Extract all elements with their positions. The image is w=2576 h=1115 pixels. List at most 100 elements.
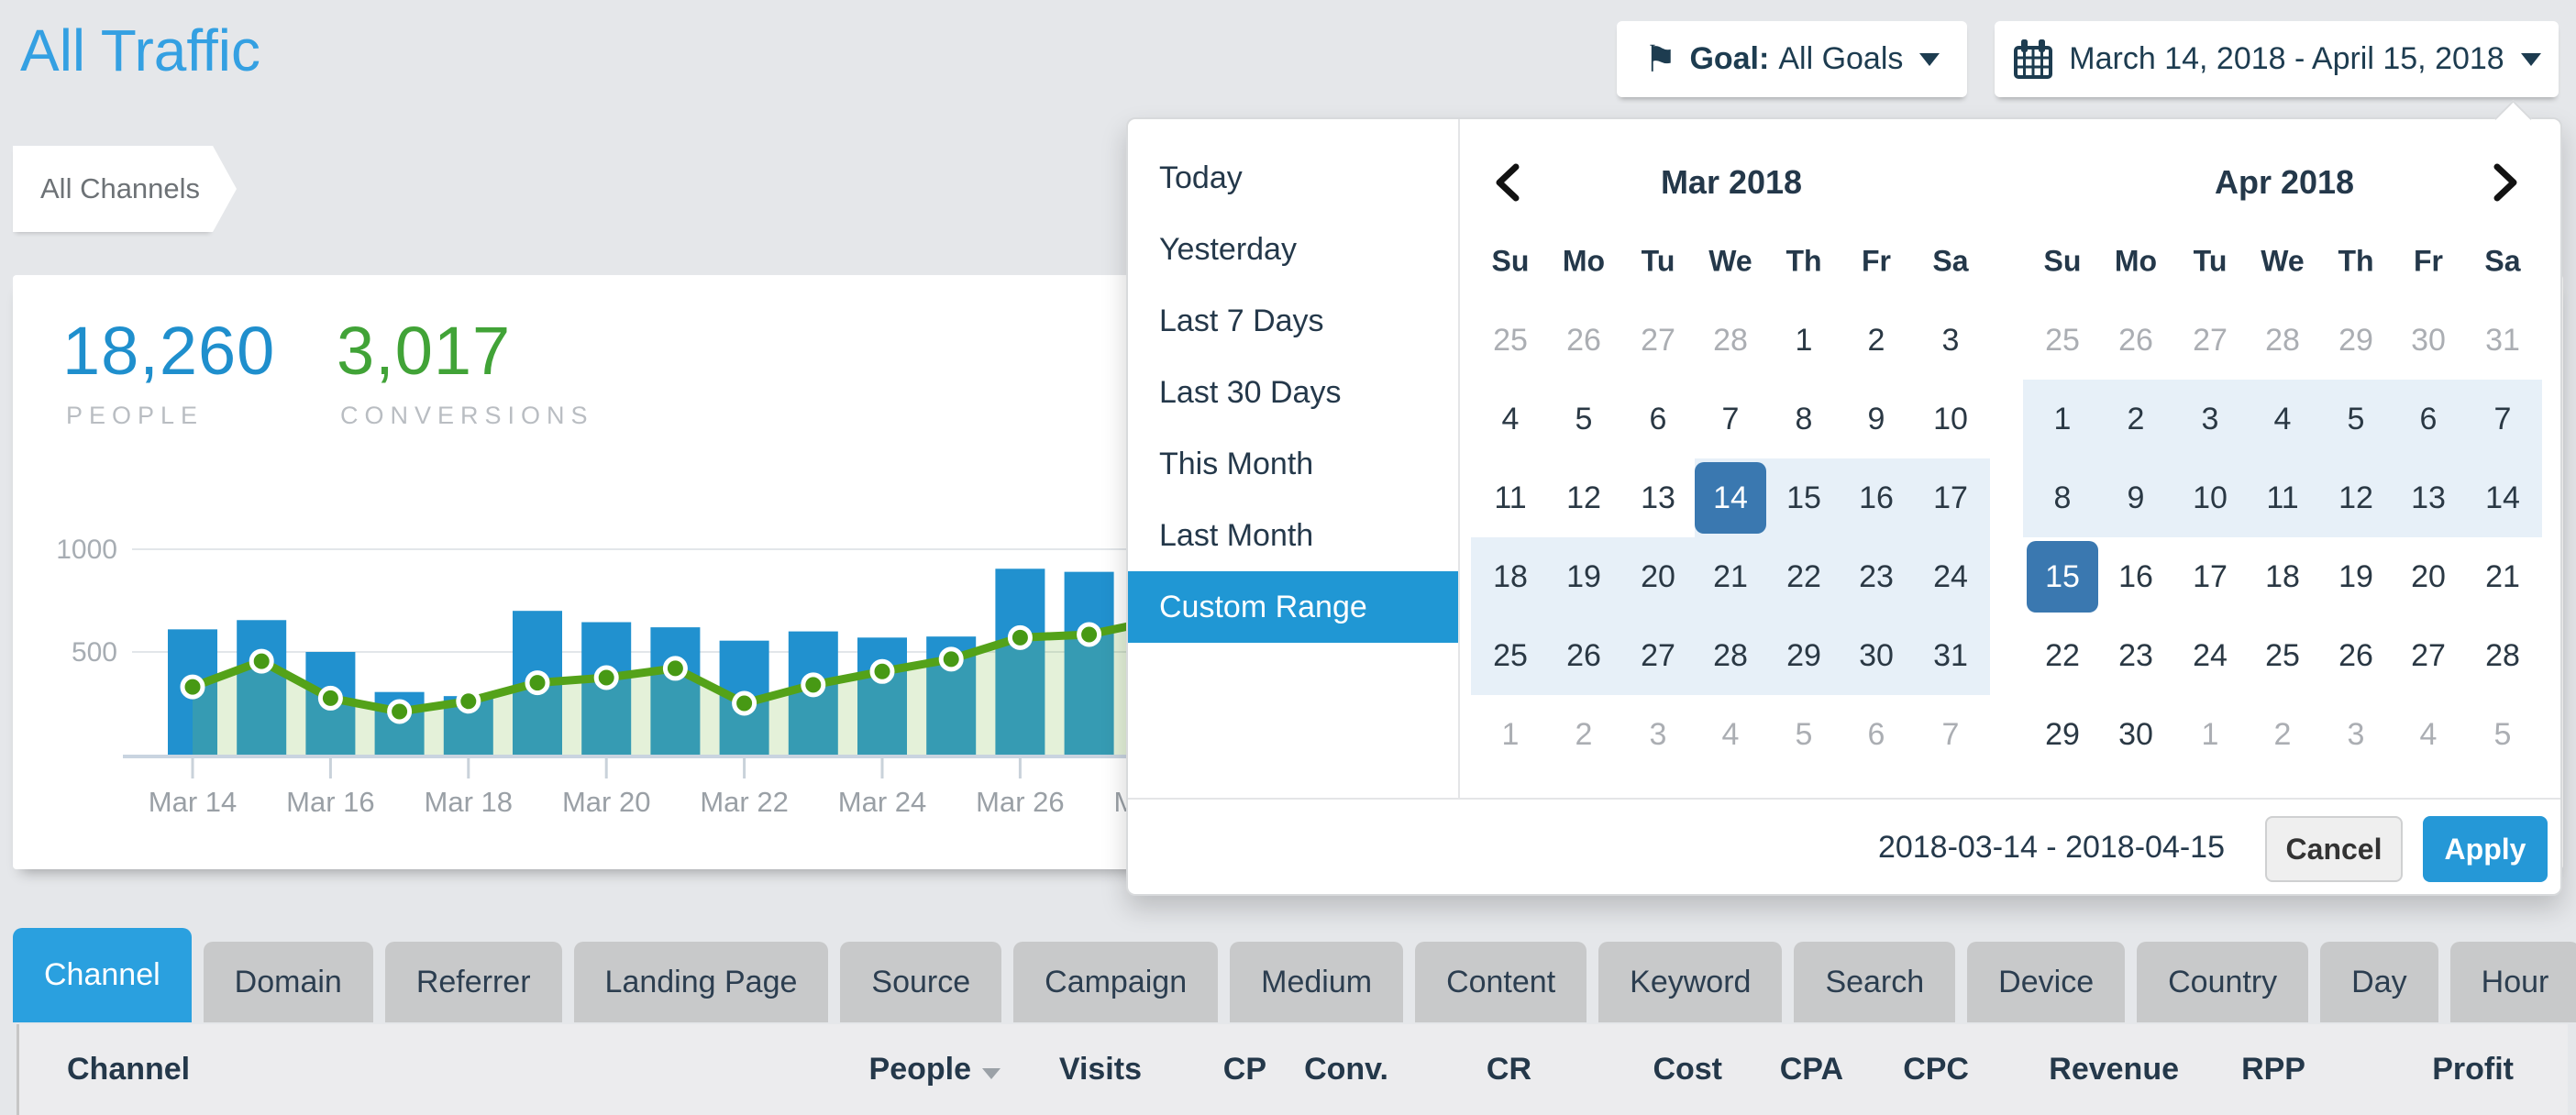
tab-referrer[interactable]: Referrer (385, 942, 562, 1022)
calendar-day[interactable]: 2 (2247, 699, 2318, 770)
calendar-day[interactable]: 3 (1915, 304, 1986, 376)
calendar-day[interactable]: 17 (2174, 541, 2246, 613)
calendar-day[interactable]: 25 (1475, 620, 1546, 691)
calendar-day[interactable]: 1 (2174, 699, 2246, 770)
calendar-day[interactable]: 16 (1841, 462, 1912, 534)
tab-device[interactable]: Device (1967, 942, 2125, 1022)
calendar-day[interactable]: 14 (2467, 462, 2538, 534)
calendar-day[interactable]: 5 (1548, 383, 1620, 455)
calendar-day[interactable]: 6 (1622, 383, 1694, 455)
calendar-day[interactable]: 2 (1548, 699, 1620, 770)
calendar-day[interactable]: 1 (1475, 699, 1546, 770)
calendar-day[interactable]: 1 (2027, 383, 2098, 455)
goal-dropdown-button[interactable]: ⚑ Goal: All Goals (1617, 21, 1967, 97)
calendar-day[interactable]: 20 (2393, 541, 2464, 613)
calendar-day[interactable]: 2 (1841, 304, 1912, 376)
calendar-day[interactable]: 30 (2100, 699, 2172, 770)
calendar-day[interactable]: 7 (2467, 383, 2538, 455)
calendar-day[interactable]: 23 (1841, 541, 1912, 613)
calendar-day[interactable]: 19 (2320, 541, 2392, 613)
calendar-day[interactable]: 4 (2393, 699, 2464, 770)
tab-keyword[interactable]: Keyword (1598, 942, 1782, 1022)
calendar-day[interactable]: 31 (2467, 304, 2538, 376)
column-header-cpc[interactable]: CPC (1903, 1024, 1969, 1115)
calendar-day-selected[interactable]: 14 (1695, 462, 1766, 534)
calendar-day[interactable]: 12 (2320, 462, 2392, 534)
calendar-day[interactable]: 6 (1841, 699, 1912, 770)
calendar-day[interactable]: 16 (2100, 541, 2172, 613)
date-range-button[interactable]: March 14, 2018 - April 15, 2018 (1995, 21, 2559, 97)
preset-last-7-days[interactable]: Last 7 Days (1128, 285, 1458, 357)
calendar-day[interactable]: 6 (2393, 383, 2464, 455)
preset-last-30-days[interactable]: Last 30 Days (1128, 357, 1458, 428)
calendar-day[interactable]: 5 (2467, 699, 2538, 770)
calendar-day[interactable]: 24 (2174, 620, 2246, 691)
preset-last-month[interactable]: Last Month (1128, 500, 1458, 571)
calendar-day[interactable]: 25 (2027, 304, 2098, 376)
calendar-day[interactable]: 8 (2027, 462, 2098, 534)
calendar-day[interactable]: 22 (2027, 620, 2098, 691)
calendar-day[interactable]: 26 (1548, 620, 1620, 691)
calendar-day-selected[interactable]: 15 (2027, 541, 2098, 613)
calendar-day[interactable]: 27 (2174, 304, 2246, 376)
calendar-day[interactable]: 13 (1622, 462, 1694, 534)
preset-yesterday[interactable]: Yesterday (1128, 214, 1458, 285)
calendar-day[interactable]: 29 (2320, 304, 2392, 376)
calendar-day[interactable]: 5 (1768, 699, 1840, 770)
calendar-day[interactable]: 28 (2467, 620, 2538, 691)
calendar-day[interactable]: 4 (1475, 383, 1546, 455)
calendar-day[interactable]: 13 (2393, 462, 2464, 534)
calendar-day[interactable]: 31 (1915, 620, 1986, 691)
tab-medium[interactable]: Medium (1230, 942, 1403, 1022)
apply-button[interactable]: Apply (2423, 816, 2548, 882)
preset-this-month[interactable]: This Month (1128, 428, 1458, 500)
calendar-day[interactable]: 10 (2174, 462, 2246, 534)
tab-campaign[interactable]: Campaign (1013, 942, 1218, 1022)
calendar-day[interactable]: 27 (1622, 304, 1694, 376)
tab-day[interactable]: Day (2320, 942, 2438, 1022)
calendar-day[interactable]: 18 (2247, 541, 2318, 613)
column-header-revenue[interactable]: Revenue (2049, 1024, 2179, 1115)
calendar-day[interactable]: 28 (1695, 620, 1766, 691)
tab-content[interactable]: Content (1415, 942, 1587, 1022)
calendar-day[interactable]: 24 (1915, 541, 1986, 613)
cancel-button[interactable]: Cancel (2265, 816, 2403, 882)
calendar-day[interactable]: 27 (1622, 620, 1694, 691)
tab-channel[interactable]: Channel (13, 928, 192, 1022)
calendar-day[interactable]: 18 (1475, 541, 1546, 613)
calendar-day[interactable]: 3 (2320, 699, 2392, 770)
tab-hour[interactable]: Hour (2450, 942, 2576, 1022)
column-header-visits[interactable]: Visits (1059, 1024, 1142, 1115)
column-header-people[interactable]: People (869, 1024, 1001, 1115)
calendar-day[interactable]: 19 (1548, 541, 1620, 613)
column-header-cpa[interactable]: CPA (1780, 1024, 1843, 1115)
calendar-day[interactable]: 7 (1695, 383, 1766, 455)
calendar-day[interactable]: 11 (2247, 462, 2318, 534)
calendar-day[interactable]: 26 (2100, 304, 2172, 376)
column-header-cp[interactable]: CP (1223, 1024, 1266, 1115)
column-header-cr[interactable]: CR (1487, 1024, 1531, 1115)
calendar-day[interactable]: 26 (1548, 304, 1620, 376)
calendar-day[interactable]: 15 (1768, 462, 1840, 534)
column-header-rpp[interactable]: RPP (2241, 1024, 2305, 1115)
calendar-day[interactable]: 20 (1622, 541, 1694, 613)
next-month-icon[interactable] (2493, 162, 2520, 203)
calendar-day[interactable]: 22 (1768, 541, 1840, 613)
breadcrumb[interactable]: All Channels (13, 146, 213, 232)
calendar-day[interactable]: 9 (2100, 462, 2172, 534)
tab-source[interactable]: Source (840, 942, 1001, 1022)
calendar-day[interactable]: 26 (2320, 620, 2392, 691)
tab-search[interactable]: Search (1794, 942, 1955, 1022)
column-header-channel[interactable]: Channel (67, 1024, 190, 1115)
calendar-day[interactable]: 21 (2467, 541, 2538, 613)
calendar-day[interactable]: 1 (1768, 304, 1840, 376)
calendar-day[interactable]: 2 (2100, 383, 2172, 455)
calendar-day[interactable]: 28 (2247, 304, 2318, 376)
preset-today[interactable]: Today (1128, 142, 1458, 214)
calendar-day[interactable]: 5 (2320, 383, 2392, 455)
calendar-day[interactable]: 3 (2174, 383, 2246, 455)
calendar-day[interactable]: 17 (1915, 462, 1986, 534)
calendar-day[interactable]: 9 (1841, 383, 1912, 455)
column-header-conv[interactable]: Conv. (1304, 1024, 1388, 1115)
preset-custom-range[interactable]: Custom Range (1128, 571, 1458, 643)
